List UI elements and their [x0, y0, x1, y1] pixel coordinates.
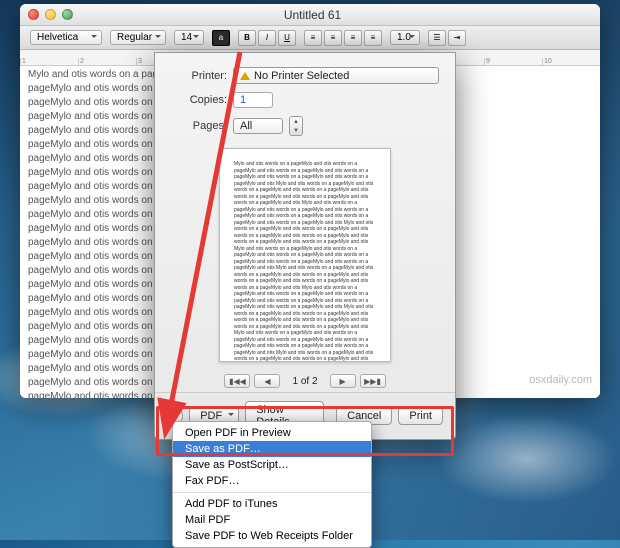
- titlebar: Untitled 61: [20, 4, 600, 26]
- italic-button[interactable]: I: [258, 30, 276, 46]
- copies-label: Copies:: [171, 94, 227, 106]
- pages-stepper[interactable]: ▲▼: [289, 116, 303, 136]
- last-page-button[interactable]: ▶▶▮: [360, 374, 386, 388]
- first-page-button[interactable]: ▮◀◀: [224, 374, 250, 388]
- window-title: Untitled 61: [33, 8, 592, 22]
- size-select[interactable]: 14: [174, 30, 204, 45]
- printer-select[interactable]: No Printer Selected: [233, 67, 439, 84]
- warning-icon: [240, 67, 250, 80]
- copies-field[interactable]: 1: [233, 92, 273, 108]
- align-center-icon[interactable]: ≡: [324, 30, 342, 46]
- page-indicator: 1 of 2: [284, 376, 325, 387]
- color-button[interactable]: a: [212, 30, 230, 46]
- align-justify-icon[interactable]: ≡: [364, 30, 382, 46]
- printer-label: Printer:: [171, 70, 227, 82]
- prev-page-button[interactable]: ◀: [254, 374, 280, 388]
- menu-web-receipts[interactable]: Save PDF to Web Receipts Folder: [173, 528, 371, 544]
- annotation-highlight-box: [156, 406, 454, 456]
- menu-add-itunes[interactable]: Add PDF to iTunes: [173, 496, 371, 512]
- print-preview: Mylo and otis words on a pageMylo and ot…: [219, 148, 391, 362]
- underline-button[interactable]: U: [278, 30, 296, 46]
- print-dialog: Printer: No Printer Selected Copies: 1 P…: [154, 52, 456, 440]
- menu-save-postscript[interactable]: Save as PostScript…: [173, 457, 371, 473]
- menu-mail-pdf[interactable]: Mail PDF: [173, 512, 371, 528]
- pages-select[interactable]: All: [233, 118, 283, 134]
- bold-button[interactable]: B: [238, 30, 256, 46]
- spacing-select[interactable]: 1.0: [390, 30, 420, 45]
- font-select[interactable]: Helvetica: [30, 30, 102, 45]
- watermark: osxdaily.com: [529, 374, 592, 386]
- format-toolbar: Helvetica Regular 14 a B I U ≡ ≡ ≡ ≡ 1.0…: [20, 26, 600, 50]
- menu-separator: [173, 492, 371, 493]
- next-page-button[interactable]: ▶: [330, 374, 356, 388]
- list-button[interactable]: ☰: [428, 30, 446, 46]
- style-select[interactable]: Regular: [110, 30, 166, 45]
- indent-button[interactable]: ⇥: [448, 30, 466, 46]
- menu-fax-pdf[interactable]: Fax PDF…: [173, 473, 371, 489]
- pages-label: Pages:: [171, 120, 227, 132]
- page-navigator: ▮◀◀ ◀ 1 of 2 ▶ ▶▶▮: [155, 370, 455, 392]
- align-left-icon[interactable]: ≡: [304, 30, 322, 46]
- align-right-icon[interactable]: ≡: [344, 30, 362, 46]
